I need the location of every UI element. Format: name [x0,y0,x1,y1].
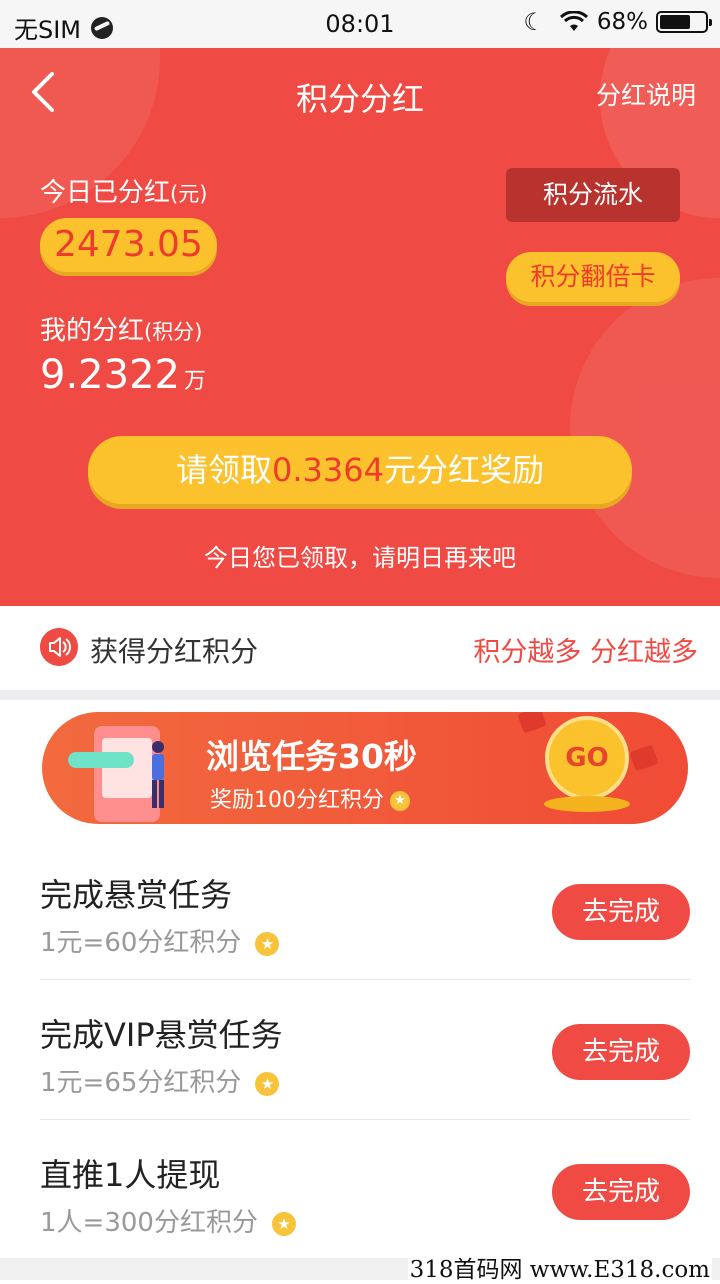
task-title: 完成悬赏任务 [40,876,233,914]
claim-prefix: 请领取 [176,451,273,489]
task-title: 直推1人提现 [40,1156,221,1194]
points-double-card-button[interactable]: 积分翻倍卡 [506,252,680,302]
task-row: 完成悬赏任务 1元=60分红积分 ★ 去完成 [40,840,690,980]
wifi-icon [559,11,588,31]
browse-task-banner[interactable]: 浏览任务30秒 奖励100分红积分 ★ GO [42,712,688,824]
earn-points-slogan: 积分越多 分红越多 [473,637,698,668]
dividend-help-link[interactable]: 分红说明 [596,76,696,112]
points-flow-button[interactable]: 积分流水 [506,168,680,222]
today-dividend-label-text: 今日已分红 [40,178,171,208]
earn-points-bar: 获得分红积分 积分越多 分红越多 [0,606,720,690]
task-reward-text: 1元=65分红积分 [40,1068,242,1098]
star-coin-icon: ★ [271,1211,296,1236]
section-divider [0,690,720,700]
task-reward-text: 1元=60分红积分 [40,928,242,958]
site-watermark: 318首码网 www.E318.com [407,1250,712,1284]
banner-subtitle: 奖励100分红积分 ★ [210,782,410,814]
my-dividend-value: 9.2322 万 [40,352,206,398]
person-illustration-icon [152,741,164,808]
banner-subtitle-text: 奖励100分红积分 [210,788,384,813]
task-reward: 1元=65分红积分 ★ [40,1062,280,1099]
my-dividend-label-text: 我的分红 [40,316,145,346]
status-right: ☾ 68% [523,8,712,36]
battery-percent: 68% [596,9,648,35]
task-row: 直推1人提现 1人=300分红积分 ★ 去完成 [40,1120,690,1260]
task-go-button[interactable]: 去完成 [552,1024,690,1080]
claimed-note: 今日您已领取，请明日再来吧 [204,544,516,572]
card-illustration-icon [68,752,134,768]
task-title: 完成VIP悬赏任务 [40,1016,283,1054]
task-reward-text: 1人=300分红积分 [40,1208,258,1238]
task-reward: 1元=60分红积分 ★ [40,922,280,959]
task-go-button[interactable]: 去完成 [552,884,690,940]
my-dividend-value-unit: 万 [183,369,206,394]
star-coin-icon: ★ [255,931,280,956]
decor-circle [570,278,720,578]
star-coin-icon: ★ [390,791,410,811]
flag-icon [629,744,659,772]
task-row: 完成VIP悬赏任务 1元=65分红积分 ★ 去完成 [40,980,690,1120]
dividend-hero: 积分分红 分红说明 今日已分红(元) 2473.05 我的分红(积分) 9.23… [0,48,720,606]
today-dividend-amount: 2473.05 [40,218,217,272]
do-not-disturb-moon-icon: ☾ [523,8,545,36]
claim-amount: 0.3364 [272,451,384,489]
star-coin-icon: ★ [255,1071,280,1096]
task-reward: 1人=300分红积分 ★ [40,1202,296,1239]
earn-points-title: 获得分红积分 [90,635,259,668]
my-dividend-unit: (积分) [144,320,203,344]
today-dividend-unit: (元) [170,182,208,206]
battery-icon [656,11,712,33]
my-dividend-number: 9.2322 [40,352,180,398]
status-bar: 无SIM 08:01 ☾ 68% [0,0,720,48]
coin-pedestal [544,796,630,812]
today-dividend-label: 今日已分红(元) [40,172,207,209]
my-dividend-label: 我的分红(积分) [40,310,202,347]
speaker-icon [40,628,78,666]
claim-reward-button[interactable]: 请领取0.3364元分红奖励 [88,436,632,504]
claim-suffix: 元分红奖励 [383,451,544,489]
battery-fill [660,15,690,29]
banner-title: 浏览任务30秒 [206,737,417,776]
task-go-button[interactable]: 去完成 [552,1164,690,1220]
flag-icon [517,712,547,734]
go-coin-icon[interactable]: GO [545,716,629,800]
